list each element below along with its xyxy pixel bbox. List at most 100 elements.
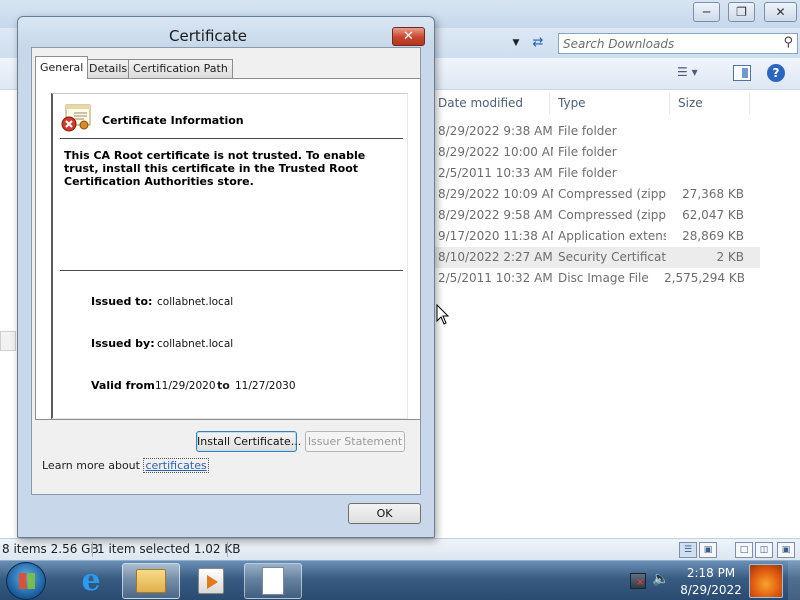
certificates-link[interactable]: certificates — [143, 458, 209, 473]
close-button[interactable]: ✕ — [764, 2, 797, 22]
status-bar: 8 items 2.56 GB 1 item selected 1.02 KB … — [0, 538, 800, 560]
status-selection: 1 item selected 1.02 KB — [97, 542, 241, 556]
file-type: Disc Image File — [558, 271, 649, 285]
general-tab-panel: Certificate Information This CA Root cer… — [35, 78, 421, 420]
file-row[interactable]: 2/5/2011 10:32 AM Disc Image File 2,575,29… — [430, 268, 760, 289]
status-divider — [92, 542, 93, 557]
file-row[interactable]: 8/29/2022 9:38 AM File folder — [430, 121, 760, 142]
issued-to-value: collabnet.local — [157, 296, 234, 308]
minimize-button[interactable]: ─ — [693, 2, 720, 22]
dialog-close-button[interactable]: ✕ — [392, 27, 425, 46]
layout-split-icon[interactable]: ◫ — [755, 542, 773, 558]
search-icon[interactable]: ⚲ — [783, 35, 793, 50]
column-header-date[interactable]: Date modified — [430, 92, 550, 114]
file-row[interactable]: 9/17/2020 11:38 AM Application extens... 2… — [430, 226, 760, 247]
network-disconnected-icon[interactable] — [630, 573, 646, 589]
file-type: File folder — [558, 124, 617, 138]
file-row[interactable]: 8/29/2022 10:00 AM File folder — [430, 142, 760, 163]
taskbar: e 🔈 2:18 PM 8/29/2022 — [0, 560, 800, 600]
file-type: File folder — [558, 145, 617, 159]
divider — [60, 138, 403, 139]
start-button[interactable] — [6, 562, 46, 600]
dialog-title: Certificate — [169, 27, 247, 45]
dialog-body: General Details Certification Path Certi… — [31, 47, 421, 495]
tab-general[interactable]: General — [35, 56, 89, 79]
file-size: 27,368 KB — [682, 187, 744, 201]
details-view-icon[interactable]: ☰ — [679, 542, 697, 558]
status-item-count: 8 items 2.56 GB — [2, 542, 99, 556]
large-icons-view-icon[interactable]: ▣ — [699, 542, 717, 558]
file-size: 2,575,294 KB — [664, 271, 744, 285]
file-date: 2/5/2011 10:33 AM — [438, 166, 553, 180]
preview-pane-icon[interactable] — [733, 65, 751, 81]
maximize-button[interactable]: ❐ — [728, 2, 755, 22]
user-thumbnail-flower-icon[interactable] — [749, 564, 783, 598]
issued-to-label: Issued to: — [91, 295, 153, 308]
file-type: Compressed (zipp... — [558, 208, 666, 222]
column-header-type[interactable]: Type — [550, 92, 670, 114]
taskbar-windows-explorer[interactable] — [122, 563, 180, 599]
media-player-icon — [198, 568, 224, 594]
file-list-header: Date modified Type Size — [430, 92, 800, 116]
issued-by-value: collabnet.local — [157, 338, 234, 350]
status-divider — [227, 542, 228, 557]
file-date: 8/29/2022 9:38 AM — [438, 124, 553, 138]
search-input[interactable] — [563, 36, 763, 52]
taskbar-media-player[interactable] — [182, 563, 240, 599]
file-type: Compressed (zipp... — [558, 187, 666, 201]
file-type: Security Certificate — [558, 250, 666, 264]
file-date: 8/10/2022 2:27 AM — [438, 250, 553, 264]
mouse-cursor-icon — [436, 304, 450, 325]
help-icon[interactable]: ? — [767, 64, 785, 82]
file-date: 8/29/2022 10:00 AM — [438, 145, 553, 159]
tab-certification-path[interactable]: Certification Path — [128, 59, 233, 78]
file-date: 9/17/2020 11:38 AM — [438, 229, 553, 243]
file-type: Application extens... — [558, 229, 666, 243]
valid-to-label: to — [217, 379, 230, 392]
refresh-icon[interactable]: ⇄ — [528, 33, 548, 53]
file-size: 2 KB — [716, 250, 744, 264]
certificate-dialog: Certificate ✕ General Details Certificat… — [17, 16, 435, 538]
untrusted-certificate-icon — [61, 104, 91, 132]
ok-button[interactable]: OK — [348, 503, 421, 524]
issuer-statement-button: Issuer Statement — [305, 431, 405, 452]
file-date: 8/29/2022 10:09 AM — [438, 187, 553, 201]
install-certificate-button[interactable]: Install Certificate... — [196, 431, 301, 452]
valid-from-value: 11/29/2020 — [155, 380, 216, 392]
clock-time[interactable]: 2:18 PM — [678, 566, 744, 580]
valid-from-label: Valid from — [91, 379, 155, 392]
file-size: 28,869 KB — [682, 229, 744, 243]
search-box[interactable]: ⚲ — [558, 33, 798, 54]
tab-details[interactable]: Details — [84, 59, 133, 78]
column-header-size[interactable]: Size — [670, 92, 750, 114]
file-row[interactable]: 8/10/2022 2:27 AM Security Certificate 2 K… — [430, 247, 760, 268]
navigation-pane-edge — [0, 331, 16, 351]
divider — [60, 270, 403, 271]
clock-date[interactable]: 8/29/2022 — [678, 583, 744, 597]
certificate-info-box: Certificate Information This CA Root cer… — [51, 93, 408, 419]
layout-pane-icon[interactable]: ▣ — [777, 542, 795, 558]
file-date: 2/5/2011 10:32 AM — [438, 271, 553, 285]
learn-more-text: Learn more about certificates — [42, 458, 209, 473]
file-row[interactable]: 2/5/2011 10:33 AM File folder — [430, 163, 760, 184]
layout-single-icon[interactable]: □ — [735, 542, 753, 558]
file-date: 8/29/2022 9:58 AM — [438, 208, 553, 222]
taskbar-certificate-window[interactable] — [244, 563, 302, 599]
learn-more-label: Learn more about — [42, 459, 144, 472]
file-list: 8/29/2022 9:38 AM File folder 8/29/2022 10… — [430, 121, 760, 289]
file-type: File folder — [558, 166, 617, 180]
change-view-icon[interactable]: ☰ ▾ — [677, 65, 713, 83]
dialog-title-bar[interactable]: Certificate ✕ — [18, 17, 434, 47]
document-icon — [262, 567, 284, 595]
file-size: 62,047 KB — [682, 208, 744, 222]
address-dropdown-icon[interactable]: ▼ — [508, 34, 524, 52]
certificate-info-heading: Certificate Information — [102, 114, 244, 127]
taskbar-internet-explorer[interactable]: e — [62, 563, 120, 599]
internet-explorer-icon: e — [81, 563, 101, 598]
file-row[interactable]: 8/29/2022 10:09 AM Compressed (zipp... 27,… — [430, 184, 760, 205]
trust-warning-text: This CA Root certificate is not trusted.… — [64, 149, 366, 188]
issued-by-label: Issued by: — [91, 337, 155, 350]
volume-icon[interactable]: 🔈 — [652, 571, 669, 587]
file-row[interactable]: 8/29/2022 9:58 AM Compressed (zipp... 62,0… — [430, 205, 760, 226]
show-desktop-button[interactable] — [788, 561, 800, 600]
